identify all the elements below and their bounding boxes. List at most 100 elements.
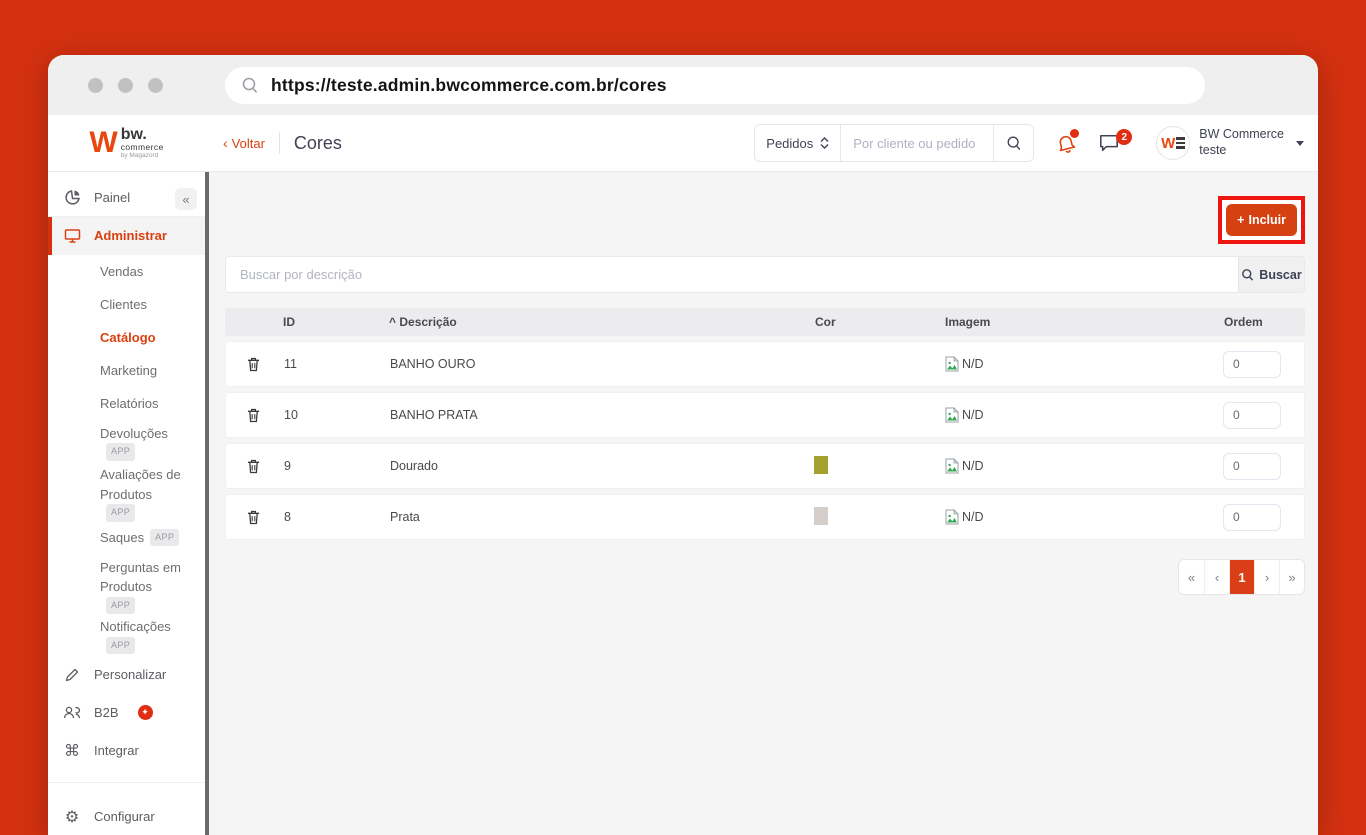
url-text: https://teste.admin.bwcommerce.com.br/co… xyxy=(271,75,667,96)
brand-logo[interactable]: W bw. commerce by Magazord xyxy=(48,115,205,171)
cell-id: 10 xyxy=(260,408,390,422)
sidebar-item-relatorios[interactable]: Relatórios xyxy=(48,387,205,420)
sidebar-item-b2b[interactable]: B2B ✦ xyxy=(48,693,205,731)
notifications-button[interactable] xyxy=(1056,132,1076,154)
cell-descricao: BANHO OURO xyxy=(390,357,814,371)
delete-icon[interactable] xyxy=(247,408,260,423)
browser-window: https://teste.admin.bwcommerce.com.br/co… xyxy=(48,55,1318,835)
b2b-app-badge: ✦ xyxy=(138,705,153,720)
page-title: Cores xyxy=(294,133,342,154)
column-header-id[interactable]: ID xyxy=(259,315,389,329)
ordem-input[interactable] xyxy=(1223,351,1281,378)
sidebar-item-vendas[interactable]: Vendas xyxy=(48,255,205,288)
user-company: BW Commerce xyxy=(1199,127,1284,143)
browser-chrome: https://teste.admin.bwcommerce.com.br/co… xyxy=(48,55,1318,115)
logo-by-text: by Magazord xyxy=(121,153,164,160)
logo-sub-text: commerce xyxy=(121,143,164,152)
table-row: 8 Prata N/D xyxy=(225,494,1305,540)
window-maximize-button[interactable] xyxy=(148,78,163,93)
sidebar: Painel « Administrar Vendas Clientes Cat… xyxy=(48,172,205,835)
pencil-icon xyxy=(63,667,81,682)
table-header: ID ^ Descrição Cor Imagem Ordem xyxy=(225,308,1305,336)
annotation-highlight-box: + Incluir xyxy=(1218,196,1305,244)
delete-icon[interactable] xyxy=(247,510,260,525)
app-badge: APP xyxy=(150,529,179,547)
color-swatch xyxy=(814,507,828,525)
broken-image-icon xyxy=(944,509,960,525)
ordem-input[interactable] xyxy=(1223,453,1281,480)
table-search-bar: Buscar xyxy=(225,256,1305,293)
logo-main-text: bw. xyxy=(121,127,164,143)
app-badge: APP xyxy=(106,597,135,615)
column-header-cor[interactable]: Cor xyxy=(815,315,945,329)
sidebar-item-perguntas[interactable]: Perguntas em ProdutosAPP xyxy=(48,554,205,613)
incluir-button[interactable]: + Incluir xyxy=(1226,204,1297,236)
sidebar-item-saques[interactable]: SaquesAPP xyxy=(48,521,205,554)
broken-image-icon xyxy=(944,458,960,474)
chat-count-badge: 2 xyxy=(1116,129,1132,145)
header-search-button[interactable] xyxy=(993,125,1033,161)
broken-image-icon xyxy=(944,407,960,423)
sidebar-label-integrar: Integrar xyxy=(94,743,139,758)
monitor-icon xyxy=(63,228,81,244)
pagination-prev-button[interactable]: ‹ xyxy=(1204,560,1229,594)
sidebar-item-avaliacoes[interactable]: Avaliações de ProdutosAPP xyxy=(48,461,205,520)
sidebar-divider xyxy=(48,782,205,783)
sidebar-item-clientes[interactable]: Clientes xyxy=(48,288,205,321)
table-row: 11 BANHO OURO N/D xyxy=(225,341,1305,387)
sidebar-item-devolucoes[interactable]: DevoluçõesAPP xyxy=(48,420,205,462)
people-icon xyxy=(63,705,81,720)
sidebar-item-integrar[interactable]: ⌘ Integrar xyxy=(48,731,205,769)
pagination-next-button[interactable]: › xyxy=(1254,560,1279,594)
description-search-input[interactable] xyxy=(226,257,1238,292)
ordem-input[interactable] xyxy=(1223,504,1281,531)
window-minimize-button[interactable] xyxy=(118,78,133,93)
avatar-text-lines xyxy=(1176,137,1185,149)
header-divider xyxy=(279,132,280,154)
sidebar-item-notificacoes[interactable]: NotificaçõesAPP xyxy=(48,613,205,655)
app-badge: APP xyxy=(106,637,135,655)
chat-button[interactable]: 2 xyxy=(1098,133,1120,153)
table-row: 9 Dourado N/D xyxy=(225,443,1305,489)
user-avatar[interactable]: W xyxy=(1156,126,1190,160)
user-info[interactable]: BW Commerce teste xyxy=(1199,127,1284,158)
back-link-label: Voltar xyxy=(232,136,265,151)
cell-descricao: BANHO PRATA xyxy=(390,408,814,422)
image-alt-text: N/D xyxy=(962,459,984,473)
sidebar-item-personalizar[interactable]: Personalizar xyxy=(48,655,205,693)
column-header-descricao[interactable]: ^ Descrição xyxy=(389,315,815,329)
entity-select[interactable]: Pedidos xyxy=(755,125,841,161)
cell-id: 8 xyxy=(260,510,390,524)
delete-icon[interactable] xyxy=(247,459,260,474)
ordem-input[interactable] xyxy=(1223,402,1281,429)
color-swatch xyxy=(814,456,828,474)
sidebar-item-painel[interactable]: Painel « xyxy=(48,179,205,215)
broken-image-icon xyxy=(944,356,960,372)
search-icon xyxy=(241,76,259,94)
app-header: W bw. commerce by Magazord ‹ Voltar Core… xyxy=(48,115,1318,172)
search-icon xyxy=(1006,135,1022,151)
sidebar-collapse-button[interactable]: « xyxy=(175,188,197,210)
pagination-page-1[interactable]: 1 xyxy=(1229,560,1254,594)
column-header-ordem[interactable]: Ordem xyxy=(1210,315,1305,329)
buscar-button[interactable]: Buscar xyxy=(1238,257,1304,292)
header-search-group: Pedidos xyxy=(754,124,1034,162)
cell-id: 11 xyxy=(260,357,390,371)
url-bar[interactable]: https://teste.admin.bwcommerce.com.br/co… xyxy=(225,67,1205,104)
sidebar-item-administrar[interactable]: Administrar xyxy=(48,217,205,255)
pagination-last-button[interactable]: » xyxy=(1279,560,1304,594)
sidebar-item-configurar[interactable]: ⚙ Configurar xyxy=(48,799,205,835)
pagination-first-button[interactable]: « xyxy=(1179,560,1204,594)
sidebar-item-catalogo[interactable]: Catálogo xyxy=(48,321,205,354)
column-header-imagem[interactable]: Imagem xyxy=(945,315,1210,329)
cell-descricao: Dourado xyxy=(390,459,814,473)
sidebar-item-marketing[interactable]: Marketing xyxy=(48,354,205,387)
sort-asc-indicator: ^ xyxy=(389,315,396,329)
header-search-input[interactable] xyxy=(841,136,993,151)
back-link[interactable]: ‹ Voltar xyxy=(223,135,265,151)
user-name: teste xyxy=(1199,143,1284,159)
delete-icon[interactable] xyxy=(247,357,260,372)
user-menu-caret-icon[interactable] xyxy=(1296,141,1304,146)
window-close-button[interactable] xyxy=(88,78,103,93)
app-badge: APP xyxy=(106,443,135,461)
